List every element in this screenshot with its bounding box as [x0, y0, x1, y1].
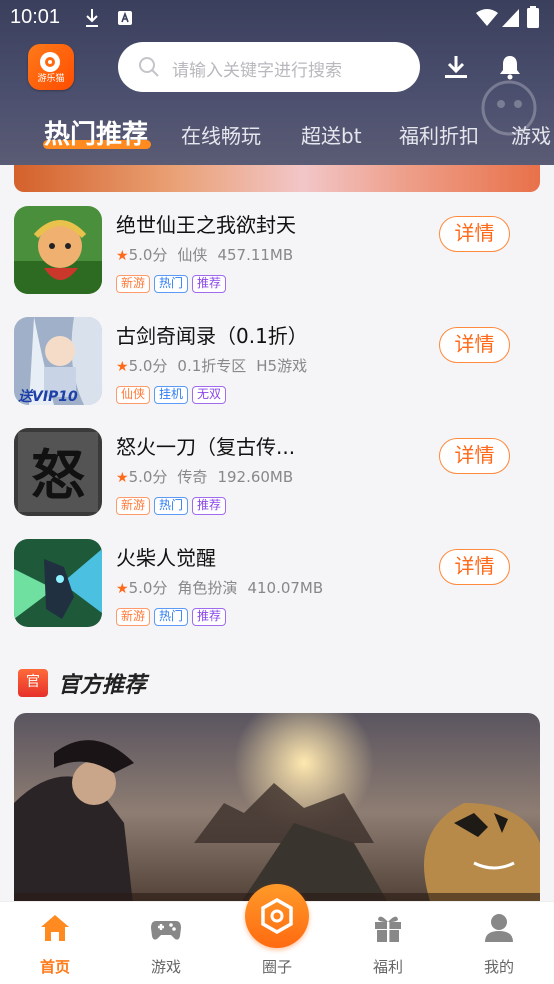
- game-meta: ★5.0分 0.1折专区 H5游戏: [116, 355, 307, 376]
- game-category: 传奇: [177, 468, 208, 486]
- nav-home[interactable]: 首页: [0, 902, 110, 984]
- nav-label: 福利: [372, 958, 403, 976]
- game-tag: 新游: [116, 608, 151, 626]
- banner-image[interactable]: [14, 165, 540, 192]
- gift-icon: [375, 916, 401, 942]
- game-tag: 热门: [154, 497, 189, 515]
- game-category: 角色扮演: [177, 579, 238, 597]
- home-icon: [41, 915, 69, 941]
- nav-label: 游戏: [150, 958, 181, 976]
- star-icon: ★: [116, 470, 129, 486]
- game-icon: 怒: [14, 428, 102, 516]
- icon-caption: 送VIP10: [17, 388, 78, 405]
- tab-bt[interactable]: 超送bt: [301, 120, 362, 149]
- game-tags: 新游 热门 推荐: [116, 494, 230, 515]
- game-size: H5游戏: [256, 357, 308, 375]
- game-size: 192.60MB: [217, 468, 294, 486]
- game-icon: [14, 206, 102, 294]
- game-tag: 热门: [154, 275, 189, 293]
- star-icon: ★: [116, 581, 129, 597]
- game-title: 怒火一刀（复古传...: [116, 435, 296, 459]
- tab-games[interactable]: 游戏: [511, 120, 551, 149]
- game-tags: 新游 热门 推荐: [116, 605, 230, 626]
- game-tags: 新游 热门 推荐: [116, 272, 230, 293]
- icon-caption: 怒: [31, 443, 85, 507]
- game-meta: ★5.0分 传奇 192.60MB: [116, 466, 293, 487]
- game-category: 仙侠: [177, 246, 208, 264]
- status-bar: 10:01: [0, 0, 554, 38]
- top-header: 10:01 游乐猫 请输入关键字进行搜索 热门推荐 在线畅玩 超送bt 福利折扣…: [0, 0, 554, 165]
- game-title: 火柴人觉醒: [116, 546, 216, 570]
- game-title: 绝世仙王之我欲封天: [116, 213, 296, 237]
- official-badge-icon: 官: [18, 669, 48, 697]
- game-size: 410.07MB: [247, 579, 324, 597]
- featured-banner[interactable]: [14, 713, 540, 913]
- tab-online[interactable]: 在线畅玩: [181, 120, 261, 149]
- game-tag: 推荐: [192, 497, 227, 515]
- game-meta: ★5.0分 仙侠 457.11MB: [116, 244, 293, 265]
- nav-label: 首页: [39, 958, 70, 976]
- featured-banner-image: [14, 713, 540, 913]
- game-rating: 5.0分: [128, 579, 168, 597]
- game-list-item[interactable]: 绝世仙王之我欲封天 ★5.0分 仙侠 457.11MB 新游 热门 推荐 详情: [0, 206, 554, 316]
- nav-mine[interactable]: 我的: [444, 902, 554, 984]
- nav-welfare[interactable]: 福利: [333, 902, 443, 984]
- detail-button[interactable]: 详情: [439, 327, 510, 363]
- star-icon: ★: [116, 359, 129, 375]
- game-tag: 无双: [192, 386, 227, 404]
- section-title: 官方推荐: [58, 673, 147, 698]
- game-icon: [14, 539, 102, 627]
- nav-label: 我的: [483, 958, 514, 976]
- game-rating: 5.0分: [128, 357, 168, 375]
- game-list-item[interactable]: 送VIP10 古剑奇闻录（0.1折） ★5.0分 0.1折专区 H5游戏 仙侠 挂机无…: [0, 317, 554, 427]
- game-list-item[interactable]: 火柴人觉醒 ★5.0分 角色扮演 410.07MB 新游 热门 推荐 详情: [0, 539, 554, 649]
- status-time: 10:01: [10, 6, 61, 28]
- search-icon: [139, 57, 159, 77]
- game-size: 457.11MB: [217, 246, 294, 264]
- game-category: 0.1折专区: [177, 357, 247, 375]
- detail-button[interactable]: 详情: [439, 438, 510, 474]
- game-meta: ★5.0分 角色扮演 410.07MB: [116, 577, 323, 598]
- game-tag: 推荐: [192, 275, 227, 293]
- app-status-icon: [118, 11, 132, 25]
- search-placeholder: 请输入关键字进行搜索: [172, 61, 342, 81]
- user-icon: [485, 914, 513, 942]
- gamepad-icon: [151, 921, 181, 940]
- nav-games[interactable]: 游戏: [111, 902, 221, 984]
- detail-button[interactable]: 详情: [439, 216, 510, 252]
- game-rating: 5.0分: [128, 468, 168, 486]
- circle-center-button[interactable]: [245, 884, 309, 948]
- game-tag: 新游: [116, 275, 151, 293]
- app-logo[interactable]: 游乐猫: [28, 44, 74, 90]
- tab-hot[interactable]: 热门推荐: [44, 114, 148, 151]
- game-tag: 挂机: [154, 386, 189, 404]
- game-tag: 热门: [154, 608, 189, 626]
- hexagon-icon: [261, 897, 293, 935]
- search-bar[interactable]: 请输入关键字进行搜索: [118, 42, 420, 92]
- download-icon[interactable]: [443, 54, 469, 80]
- game-list-item[interactable]: 怒 怒火一刀（复古传... ★5.0分 传奇 192.60MB 新游 热门 推荐 详情: [0, 428, 554, 538]
- logo-text: 游乐猫: [37, 74, 65, 84]
- category-tabs: 热门推荐 在线畅玩 超送bt 福利折扣 游戏: [0, 112, 554, 156]
- download-status-icon: [86, 9, 98, 27]
- game-rating: 5.0分: [128, 246, 168, 264]
- game-tag: 新游: [116, 497, 151, 515]
- game-title: 古剑奇闻录（0.1折）: [116, 324, 308, 348]
- nav-label: 圈子: [261, 958, 292, 976]
- battery-icon: [527, 6, 539, 28]
- game-icon: 送VIP10: [14, 317, 102, 405]
- star-icon: ★: [116, 248, 129, 264]
- game-tag: 推荐: [192, 608, 227, 626]
- wifi-icon: [476, 9, 498, 26]
- game-tag: 仙侠: [116, 386, 151, 404]
- game-tags: 仙侠 挂机 无双: [116, 383, 230, 404]
- signal-icon: [502, 9, 519, 27]
- detail-button[interactable]: 详情: [439, 549, 510, 585]
- tab-discount[interactable]: 福利折扣: [399, 120, 479, 149]
